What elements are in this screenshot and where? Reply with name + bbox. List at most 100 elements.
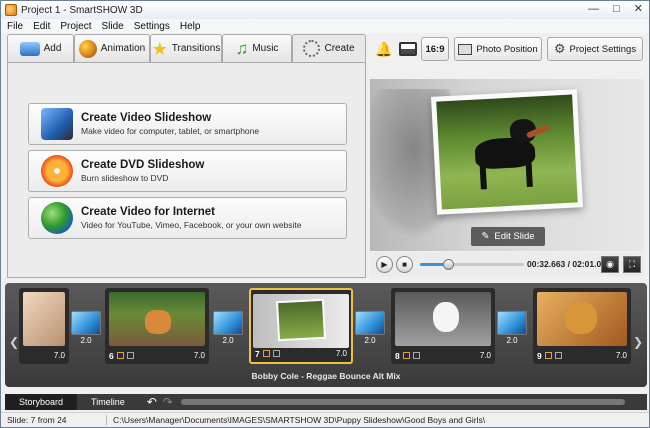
- status-bar: Slide: 7 from 24 C:\Users\Manager\Docume…: [1, 412, 649, 427]
- slide-duration: 7.0: [479, 351, 491, 360]
- slide-duration: 7.0: [335, 349, 347, 358]
- sound-mini-icon[interactable]: [126, 352, 134, 359]
- sound-mini-icon[interactable]: [272, 350, 280, 357]
- edit-mini-icon[interactable]: [262, 350, 270, 357]
- menu-slide[interactable]: Slide: [101, 21, 123, 32]
- edit-mini-icon[interactable]: [116, 352, 124, 359]
- tab-animation-label: Animation: [100, 43, 146, 54]
- create-dvd-slideshow-button[interactable]: Create DVD Slideshow Burn slideshow to D…: [28, 150, 347, 192]
- transition-thumbnail[interactable]: [213, 311, 243, 335]
- scroll-right-icon[interactable]: ❯: [633, 335, 643, 349]
- title-bar: Project 1 - SmartSHOW 3D — □ ✕: [1, 1, 649, 19]
- slide-image: [109, 292, 205, 346]
- globe-icon: [41, 202, 73, 234]
- transition-thumbnail[interactable]: [355, 311, 385, 335]
- slide-image: [537, 292, 627, 346]
- slide-image: [23, 292, 65, 346]
- redo-icon[interactable]: ↷: [163, 395, 173, 409]
- photo-position-button[interactable]: Photo Position: [454, 37, 542, 61]
- tab-create-label: Create: [324, 43, 355, 54]
- edit-mini-icon[interactable]: [402, 352, 410, 359]
- view-tabs: Storyboard Timeline ↶ ↷: [5, 394, 647, 410]
- slide-thumbnail[interactable]: 6 7.0: [105, 288, 209, 364]
- slide-info-bar: 7 7.0: [251, 347, 351, 360]
- slide-image: [395, 292, 491, 346]
- sound-mini-icon[interactable]: [412, 352, 420, 359]
- maximize-icon[interactable]: □: [613, 3, 620, 15]
- project-path: C:\Users\Manager\Documents\IMAGES\SMARTS…: [113, 415, 486, 425]
- fullscreen-icon[interactable]: ⛶: [623, 256, 641, 273]
- stop-button[interactable]: ■: [396, 256, 413, 273]
- seek-bar[interactable]: [420, 259, 524, 270]
- slide-number: 7: [255, 348, 260, 359]
- tab-timeline[interactable]: Timeline: [77, 394, 139, 410]
- create-video-slideshow-button[interactable]: Create Video Slideshow Make video for co…: [28, 103, 347, 145]
- close-icon[interactable]: ✕: [634, 3, 643, 15]
- slide-duration: 7.0: [53, 351, 65, 360]
- menu-edit[interactable]: Edit: [33, 21, 50, 32]
- slide-duration: 7.0: [615, 351, 627, 360]
- sound-mini-icon[interactable]: [554, 352, 562, 359]
- play-button[interactable]: ▶: [376, 256, 393, 273]
- white-puppy: [433, 302, 459, 332]
- slide-photo: [436, 94, 578, 210]
- create-internet-desc: Video for YouTube, Vimeo, Facebook, or y…: [81, 220, 302, 230]
- transition-duration: 2.0: [506, 336, 518, 345]
- photo-icon[interactable]: [399, 42, 417, 56]
- menu-project[interactable]: Project: [60, 21, 91, 32]
- aspect-ratio-button[interactable]: 16:9: [421, 37, 449, 61]
- tab-storyboard-label: Storyboard: [19, 397, 64, 407]
- storyboard-scrollbar[interactable]: [181, 399, 625, 405]
- transition-thumbnail[interactable]: [71, 311, 101, 335]
- undo-icon[interactable]: ↶: [147, 395, 157, 409]
- menu-bar: File Edit Project Slide Settings Help: [1, 19, 649, 33]
- slide-number: 9: [537, 350, 542, 361]
- tab-create[interactable]: Create: [292, 34, 366, 62]
- slide-duration: 7.0: [193, 351, 205, 360]
- bell-icon[interactable]: 🔔: [375, 41, 392, 58]
- create-dvd-title: Create DVD Slideshow: [81, 159, 205, 171]
- project-settings-label: Project Settings: [569, 43, 637, 55]
- gear-icon: ⚙: [553, 41, 566, 56]
- add-media-icon: [19, 41, 40, 56]
- music-track-label[interactable]: Bobby Cole - Reggae Bounce Alt Mix: [5, 371, 647, 381]
- menu-file[interactable]: File: [7, 21, 23, 32]
- edit-slide-button[interactable]: ✎ Edit Slide: [471, 227, 545, 246]
- window-controls: — □ ✕: [588, 3, 643, 15]
- slide-preview[interactable]: [370, 79, 644, 251]
- create-internet-title: Create Video for Internet: [81, 206, 215, 218]
- main-tabs: Add Animation ★ Transitions ♫ Music Crea…: [7, 34, 366, 62]
- tab-storyboard[interactable]: Storyboard: [5, 394, 78, 410]
- slide-thumbnail[interactable]: 7.0: [19, 288, 69, 364]
- edit-mini-icon[interactable]: [544, 352, 552, 359]
- create-video-title: Create Video Slideshow: [81, 112, 212, 124]
- tab-add[interactable]: Add: [7, 34, 74, 62]
- menu-settings[interactable]: Settings: [134, 21, 170, 32]
- slide-thumbnail[interactable]: 8 7.0: [391, 288, 495, 364]
- edit-slide-label: Edit Slide: [494, 231, 535, 242]
- camera-icon[interactable]: ◉: [601, 256, 619, 273]
- tab-music[interactable]: ♫ Music: [222, 34, 292, 62]
- project-settings-button[interactable]: ⚙ Project Settings: [547, 37, 643, 61]
- slide-thumbnail[interactable]: 9 7.0: [533, 288, 631, 364]
- seek-bar-handle[interactable]: [443, 259, 455, 270]
- tab-animation[interactable]: Animation: [74, 34, 150, 62]
- slide-number: 6: [109, 350, 114, 361]
- pencil-icon: ✎: [481, 231, 490, 242]
- create-dvd-desc: Burn slideshow to DVD: [81, 173, 169, 183]
- scroll-left-icon[interactable]: ❮: [9, 335, 19, 349]
- aspect-ratio-label: 16:9: [425, 43, 445, 55]
- tab-music-label: Music: [252, 43, 279, 54]
- tab-transitions[interactable]: ★ Transitions: [150, 34, 222, 62]
- slide-thumbnail-selected[interactable]: 7 7.0: [249, 288, 353, 364]
- palette-icon: [78, 39, 97, 58]
- slide-photo-frame: [431, 89, 583, 215]
- transition-thumbnail[interactable]: [497, 311, 527, 335]
- create-video-internet-button[interactable]: Create Video for Internet Video for YouT…: [28, 197, 347, 239]
- tab-add-label: Add: [43, 43, 62, 54]
- transition-duration: 2.0: [222, 336, 234, 345]
- playback-time: 00:32.663 / 02:01.000: [527, 259, 611, 269]
- minimize-icon[interactable]: —: [588, 3, 599, 15]
- menu-help[interactable]: Help: [180, 21, 201, 32]
- slide-image: [253, 294, 349, 348]
